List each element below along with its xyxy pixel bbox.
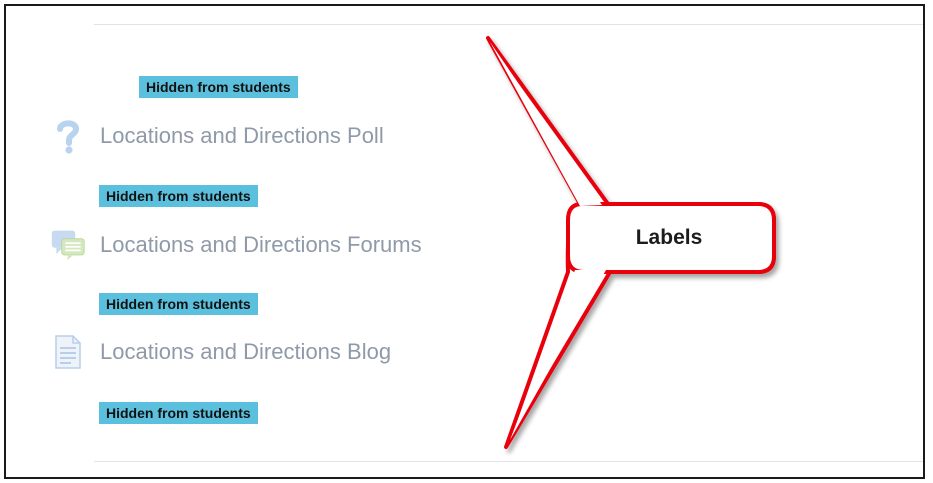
- callout-arrow: [486, 36, 776, 449]
- callout-label: Labels: [635, 226, 703, 249]
